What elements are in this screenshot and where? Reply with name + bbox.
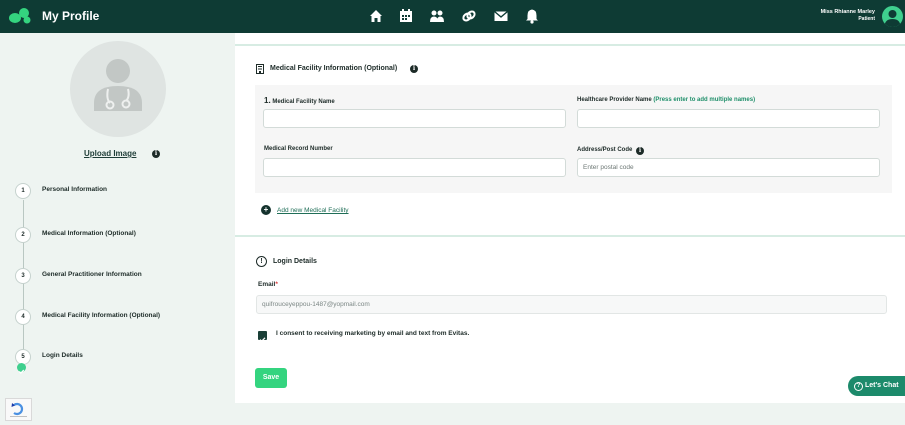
- provider-name-hint: (Press enter to add multiple names): [653, 97, 756, 103]
- step-number: 4: [15, 309, 31, 325]
- app-logo-icon[interactable]: [9, 7, 31, 25]
- step-label: Personal Information: [42, 186, 108, 193]
- home-icon[interactable]: [368, 8, 384, 24]
- section-divider: [235, 235, 905, 237]
- user-role: Patient: [858, 16, 875, 22]
- alert-circle-icon: !: [256, 256, 267, 267]
- lets-chat-button[interactable]: ? Let's Chat: [848, 376, 905, 396]
- consent-label: I consent to receiving marketing by emai…: [276, 330, 470, 337]
- step-number: 3: [15, 268, 31, 284]
- user-menu[interactable]: Miss Rhianne Marley Patient: [821, 9, 875, 23]
- step-label: Medical Facility Information (Optional): [42, 312, 161, 319]
- email-label: Email*: [258, 281, 278, 288]
- address-label: Address/Post Code i: [577, 146, 645, 155]
- user-name: Miss Rhianne Marley: [820, 9, 875, 15]
- top-navigation-bar: My Profile Miss Rhianne Marley Patient: [0, 0, 905, 33]
- main-content: Medical Facility Information (Optional) …: [235, 33, 905, 421]
- profile-avatar-placeholder: [70, 41, 166, 137]
- bell-icon[interactable]: [524, 8, 540, 24]
- user-avatar[interactable]: [882, 6, 903, 27]
- footer-strip: [235, 403, 905, 421]
- mail-icon[interactable]: [493, 8, 509, 24]
- calendar-icon[interactable]: [398, 8, 414, 24]
- step-number: 2: [15, 227, 31, 243]
- address-info-icon[interactable]: i: [636, 147, 645, 155]
- step-label: Login Details: [42, 352, 83, 359]
- upload-info-icon[interactable]: i: [152, 150, 160, 158]
- link-icon[interactable]: [461, 8, 477, 24]
- postal-code-input[interactable]: Enter postal code: [577, 158, 880, 177]
- email-field[interactable]: quifrouceyeppou-1487@yopmail.com: [256, 295, 887, 314]
- facility-name-input[interactable]: [263, 109, 566, 128]
- add-facility-label: Add new Medical Facility: [277, 207, 349, 214]
- provider-name-label: Healthcare Provider Name (Press enter to…: [577, 97, 756, 103]
- chat-label: Let's Chat: [865, 382, 899, 389]
- record-number-label: Medical Record Number: [264, 146, 333, 152]
- step-label: General Practitioner Information: [42, 271, 142, 278]
- step-active-check-icon: [17, 363, 26, 374]
- facility-section-title: Medical Facility Information (Optional): [270, 65, 398, 72]
- facility-name-label: 1. Medical Facility Name: [264, 96, 335, 105]
- people-icon[interactable]: [429, 8, 445, 24]
- facility-item-number: 1.: [264, 96, 271, 105]
- section-divider: [235, 44, 905, 46]
- step-number: 1: [15, 183, 31, 199]
- help-circle-icon: ?: [854, 382, 863, 391]
- add-circle-icon: +: [261, 205, 271, 215]
- hospital-building-icon: [256, 64, 264, 74]
- upload-image-link[interactable]: Upload Image: [84, 149, 136, 158]
- facility-info-icon[interactable]: i: [410, 65, 418, 73]
- login-section-title: Login Details: [273, 258, 317, 265]
- consent-checkbox[interactable]: [258, 331, 267, 343]
- recaptcha-badge[interactable]: [5, 398, 32, 421]
- profile-sidebar: Upload Image i 1 Personal Information 2 …: [0, 33, 235, 421]
- facility-card: 1. Medical Facility Name Healthcare Prov…: [255, 85, 892, 193]
- record-number-input[interactable]: [263, 158, 566, 177]
- save-button[interactable]: Save: [255, 368, 287, 388]
- page-title: My Profile: [42, 9, 100, 23]
- step-label: Medical Information (Optional): [42, 230, 136, 237]
- required-marker: *: [275, 281, 278, 288]
- provider-name-input[interactable]: [577, 109, 880, 128]
